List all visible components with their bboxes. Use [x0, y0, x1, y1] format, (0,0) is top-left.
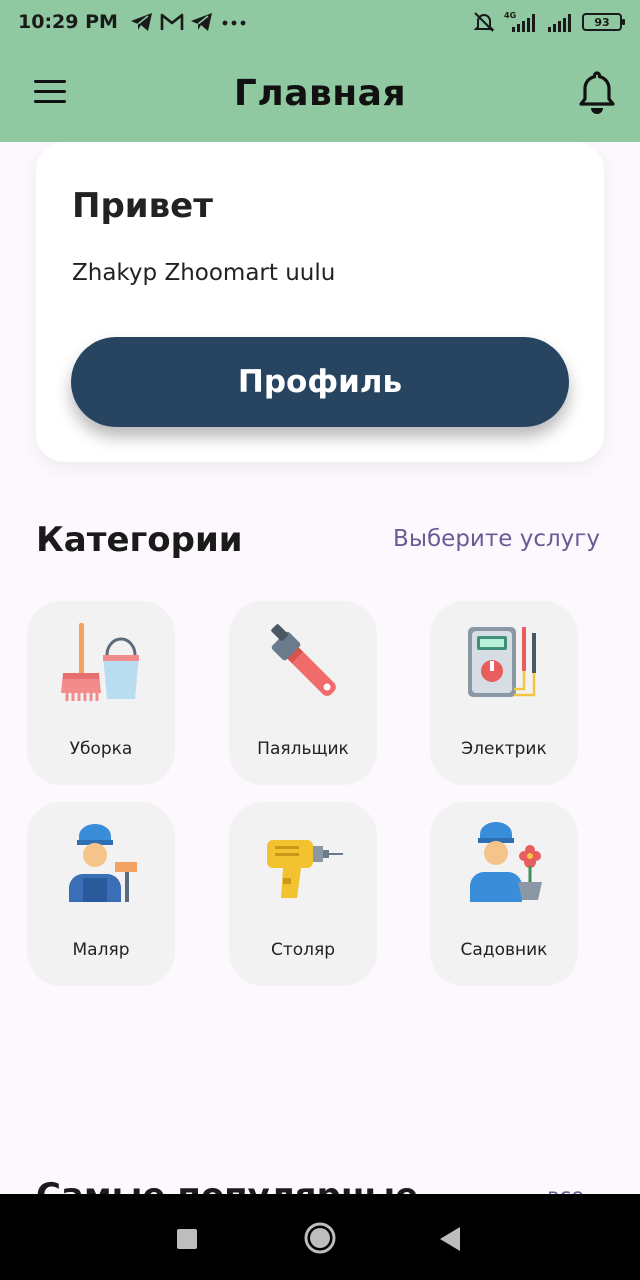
- gmail-icon: [160, 13, 184, 30]
- gardener-icon: [470, 822, 542, 902]
- app-bar: Главная: [0, 44, 640, 142]
- menu-icon[interactable]: [34, 80, 66, 104]
- svg-text:4G: 4G: [504, 11, 516, 20]
- signal-icon: [548, 14, 571, 32]
- greeting-title: Привет: [72, 186, 213, 226]
- notification-icons: [130, 12, 248, 32]
- cleaning-icon: [61, 623, 139, 701]
- painter-icon: [69, 824, 137, 902]
- system-icons: 4G 93: [472, 10, 625, 34]
- page-title: Главная: [233, 72, 407, 114]
- status-time: 10:29 PM: [18, 11, 118, 33]
- bell-icon[interactable]: [578, 70, 616, 116]
- telegram-icon: [190, 13, 212, 31]
- battery-icon: 93: [582, 13, 625, 31]
- wrench-icon: [271, 624, 336, 696]
- category-painter[interactable]: Маляр: [27, 802, 175, 986]
- category-gardener[interactable]: Садовник: [430, 802, 578, 986]
- more-dots-icon: [222, 20, 246, 26]
- category-label: Электрик: [461, 739, 547, 759]
- user-name: Zhakyp Zhoomart uulu: [72, 260, 336, 286]
- drill-icon: [267, 840, 343, 898]
- back-icon[interactable]: [438, 1226, 462, 1252]
- multimeter-icon: [468, 627, 536, 697]
- recents-icon[interactable]: [176, 1228, 198, 1250]
- signal-4g-icon: 4G: [504, 11, 535, 32]
- category-carpenter[interactable]: Столяр: [229, 802, 377, 986]
- system-nav-bar: [0, 1194, 640, 1280]
- category-label: Столяр: [270, 940, 336, 960]
- home-icon[interactable]: [303, 1221, 337, 1255]
- bell-off-icon: [473, 12, 495, 32]
- category-label: Садовник: [460, 940, 548, 960]
- category-label: Уборка: [69, 739, 133, 759]
- category-cleaning[interactable]: Уборка: [27, 601, 175, 785]
- status-bar: 10:29 PM 4G 93: [0, 0, 640, 44]
- select-service-link[interactable]: Выберите услугу: [393, 526, 600, 552]
- category-electrician[interactable]: Электрик: [430, 601, 578, 785]
- profile-button[interactable]: Профиль: [71, 337, 569, 427]
- category-label: Маляр: [72, 940, 130, 960]
- categories-title: Категории: [36, 520, 243, 560]
- greeting-card: Привет Zhakyp Zhoomart uulu Профиль: [36, 142, 604, 462]
- category-label: Паяльщик: [257, 739, 349, 759]
- telegram-icon: [130, 13, 152, 31]
- category-plumber[interactable]: Паяльщик: [229, 601, 377, 785]
